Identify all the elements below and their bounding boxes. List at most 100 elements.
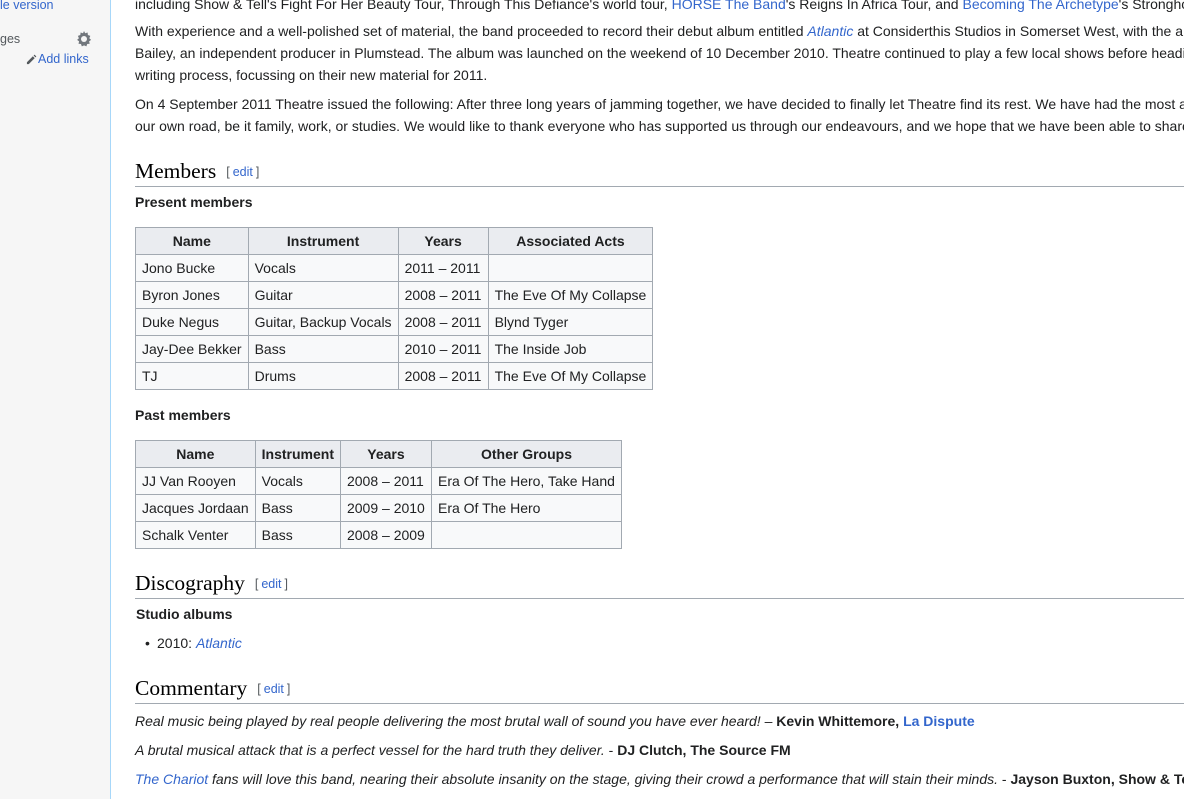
- column-header[interactable]: Other Groups: [430, 440, 622, 468]
- la-dispute-link[interactable]: La Dispute: [903, 713, 975, 729]
- left-sidebar: le version ges Add links: [0, 0, 111, 799]
- paragraph-album: With experience and a well-polished set …: [135, 20, 1184, 86]
- table-cell: 2009 – 2010: [339, 494, 432, 522]
- becoming-the-archetype-link[interactable]: Becoming The Archetype: [962, 0, 1118, 12]
- column-header[interactable]: Name: [135, 227, 249, 255]
- edit-members-link[interactable]: edit: [233, 165, 253, 179]
- table-cell: Bass: [247, 335, 399, 363]
- table-cell: Bass: [254, 521, 341, 549]
- quote-1: Real music being played by real people d…: [135, 713, 975, 729]
- quote-3: The Chariot fans will love this band, ne…: [135, 771, 1184, 787]
- present-members-title: Present members: [135, 194, 253, 210]
- list-item: 2010: Atlantic: [145, 635, 242, 651]
- table-cell: 2008 – 2009: [339, 521, 432, 549]
- table-cell: The Eve Of My Collapse: [487, 281, 654, 309]
- table-header-row: Name Instrument Years Associated Acts: [135, 227, 654, 255]
- table-row: Duke Negus Guitar, Backup Vocals 2008 – …: [135, 308, 654, 336]
- quote-author: Kevin Whittemore,: [776, 713, 904, 729]
- quote-text: A brutal musical attack that is a perfec…: [135, 742, 605, 758]
- table-cell: The Eve Of My Collapse: [487, 362, 654, 390]
- quote-2: A brutal musical attack that is a perfec…: [135, 742, 791, 758]
- table-cell: Duke Negus: [135, 308, 249, 336]
- studio-albums-title: Studio albums: [136, 606, 233, 622]
- paragraph-text: writing process, focussing on their new …: [135, 67, 488, 83]
- quote-author: DJ Clutch, The Source FM: [617, 742, 791, 758]
- table-cell: Drums: [247, 362, 399, 390]
- table-cell: [487, 254, 654, 282]
- mobile-version-link[interactable]: le version: [0, 0, 54, 12]
- paragraph-text: With experience and a well-polished set …: [135, 23, 808, 39]
- quote-separator: -: [604, 742, 618, 758]
- table-cell: Vocals: [247, 254, 399, 282]
- edit-section: [edit]: [254, 577, 288, 591]
- edit-discography-link[interactable]: edit: [261, 577, 281, 591]
- table-cell: 2011 – 2011: [397, 254, 489, 282]
- main-content: including Show & Tell's Fight For Her Be…: [111, 0, 1184, 799]
- table-row: Jay-Dee Bekker Bass 2010 – 2011 The Insi…: [135, 335, 654, 363]
- table-cell: TJ: [135, 362, 249, 390]
- table-cell: 2008 – 2011: [339, 467, 432, 495]
- paragraph-text: at Considerthis Studios in Somerset West…: [853, 23, 1183, 39]
- table-row: JJ Van Rooyen Vocals 2008 – 2011 Era Of …: [135, 467, 622, 495]
- edit-section: [edit]: [226, 165, 260, 179]
- table-cell: Guitar: [247, 281, 399, 309]
- table-header-row: Name Instrument Years Other Groups: [135, 440, 622, 468]
- present-members-table: Name Instrument Years Associated Acts Jo…: [135, 227, 654, 390]
- quote-author: Jayson Buxton, Show & Te: [1010, 771, 1184, 787]
- column-header[interactable]: Instrument: [247, 227, 399, 255]
- paragraph-text: On 4 September 2011 Theatre issued the f…: [135, 96, 1184, 112]
- table-cell: 2008 – 2011: [397, 281, 489, 309]
- pencil-icon: [26, 54, 37, 65]
- the-chariot-link[interactable]: The Chariot: [135, 771, 208, 787]
- section-title: Discography: [135, 571, 245, 595]
- quote-text: fans will love this band, nearing their …: [208, 771, 999, 787]
- edit-commentary-link[interactable]: edit: [264, 682, 284, 696]
- table-cell: Jacques Jordaan: [135, 494, 256, 522]
- column-header[interactable]: Associated Acts: [487, 227, 654, 255]
- gear-icon[interactable]: [76, 31, 92, 47]
- quote-separator: -: [998, 771, 1011, 787]
- table-cell: Guitar, Backup Vocals: [247, 308, 399, 336]
- atlantic-album-link[interactable]: Atlantic: [196, 635, 242, 651]
- commentary-heading: Commentary [edit]: [135, 674, 1184, 704]
- section-title: Commentary: [135, 676, 248, 700]
- paragraph-breakup: On 4 September 2011 Theatre issued the f…: [135, 93, 1184, 137]
- table-cell: Era Of The Hero: [430, 494, 622, 522]
- intro-text: 's Stronghold: [1118, 0, 1184, 12]
- quote-text: Real music being played by real people d…: [135, 713, 761, 729]
- table-cell: Bass: [254, 494, 341, 522]
- column-header[interactable]: Years: [339, 440, 432, 468]
- edit-section: [edit]: [257, 682, 291, 696]
- horse-the-band-link[interactable]: HORSE The Band: [672, 0, 786, 12]
- table-cell: Jay-Dee Bekker: [135, 335, 249, 363]
- quote-separator: –: [760, 713, 777, 729]
- table-cell: The Inside Job: [487, 335, 654, 363]
- table-row: TJ Drums 2008 – 2011 The Eve Of My Colla…: [135, 362, 654, 390]
- members-heading: Members [edit]: [135, 157, 1184, 187]
- table-cell: Vocals: [254, 467, 341, 495]
- table-cell: Era Of The Hero, Take Hand: [430, 467, 622, 495]
- table-cell: Schalk Venter: [135, 521, 256, 549]
- table-cell: Jono Bucke: [135, 254, 249, 282]
- column-header[interactable]: Instrument: [254, 440, 341, 468]
- paragraph-text: our own road, be it family, work, or stu…: [135, 118, 1184, 134]
- past-members-title: Past members: [135, 407, 231, 423]
- table-cell: [430, 521, 622, 549]
- album-year: 2010:: [157, 635, 196, 651]
- column-header[interactable]: Name: [135, 440, 256, 468]
- add-links-link[interactable]: Add links: [38, 52, 89, 66]
- discography-heading: Discography [edit]: [135, 569, 1184, 599]
- column-header[interactable]: Years: [397, 227, 489, 255]
- table-cell: Blynd Tyger: [487, 308, 654, 336]
- table-cell: JJ Van Rooyen: [135, 467, 256, 495]
- intro-text: including Show & Tell's Fight For Her Be…: [135, 0, 672, 12]
- table-row: Schalk Venter Bass 2008 – 2009: [135, 521, 622, 549]
- languages-label: ges: [0, 32, 21, 46]
- past-members-table: Name Instrument Years Other Groups JJ Va…: [135, 440, 622, 549]
- atlantic-link[interactable]: Atlantic: [807, 23, 853, 39]
- table-row: Jacques Jordaan Bass 2009 – 2010 Era Of …: [135, 494, 622, 522]
- table-cell: 2008 – 2011: [397, 362, 489, 390]
- table-cell: Byron Jones: [135, 281, 249, 309]
- table-row: Byron Jones Guitar 2008 – 2011 The Eve O…: [135, 281, 654, 309]
- paragraph-text: Bailey, an independent producer in Plums…: [135, 45, 1184, 61]
